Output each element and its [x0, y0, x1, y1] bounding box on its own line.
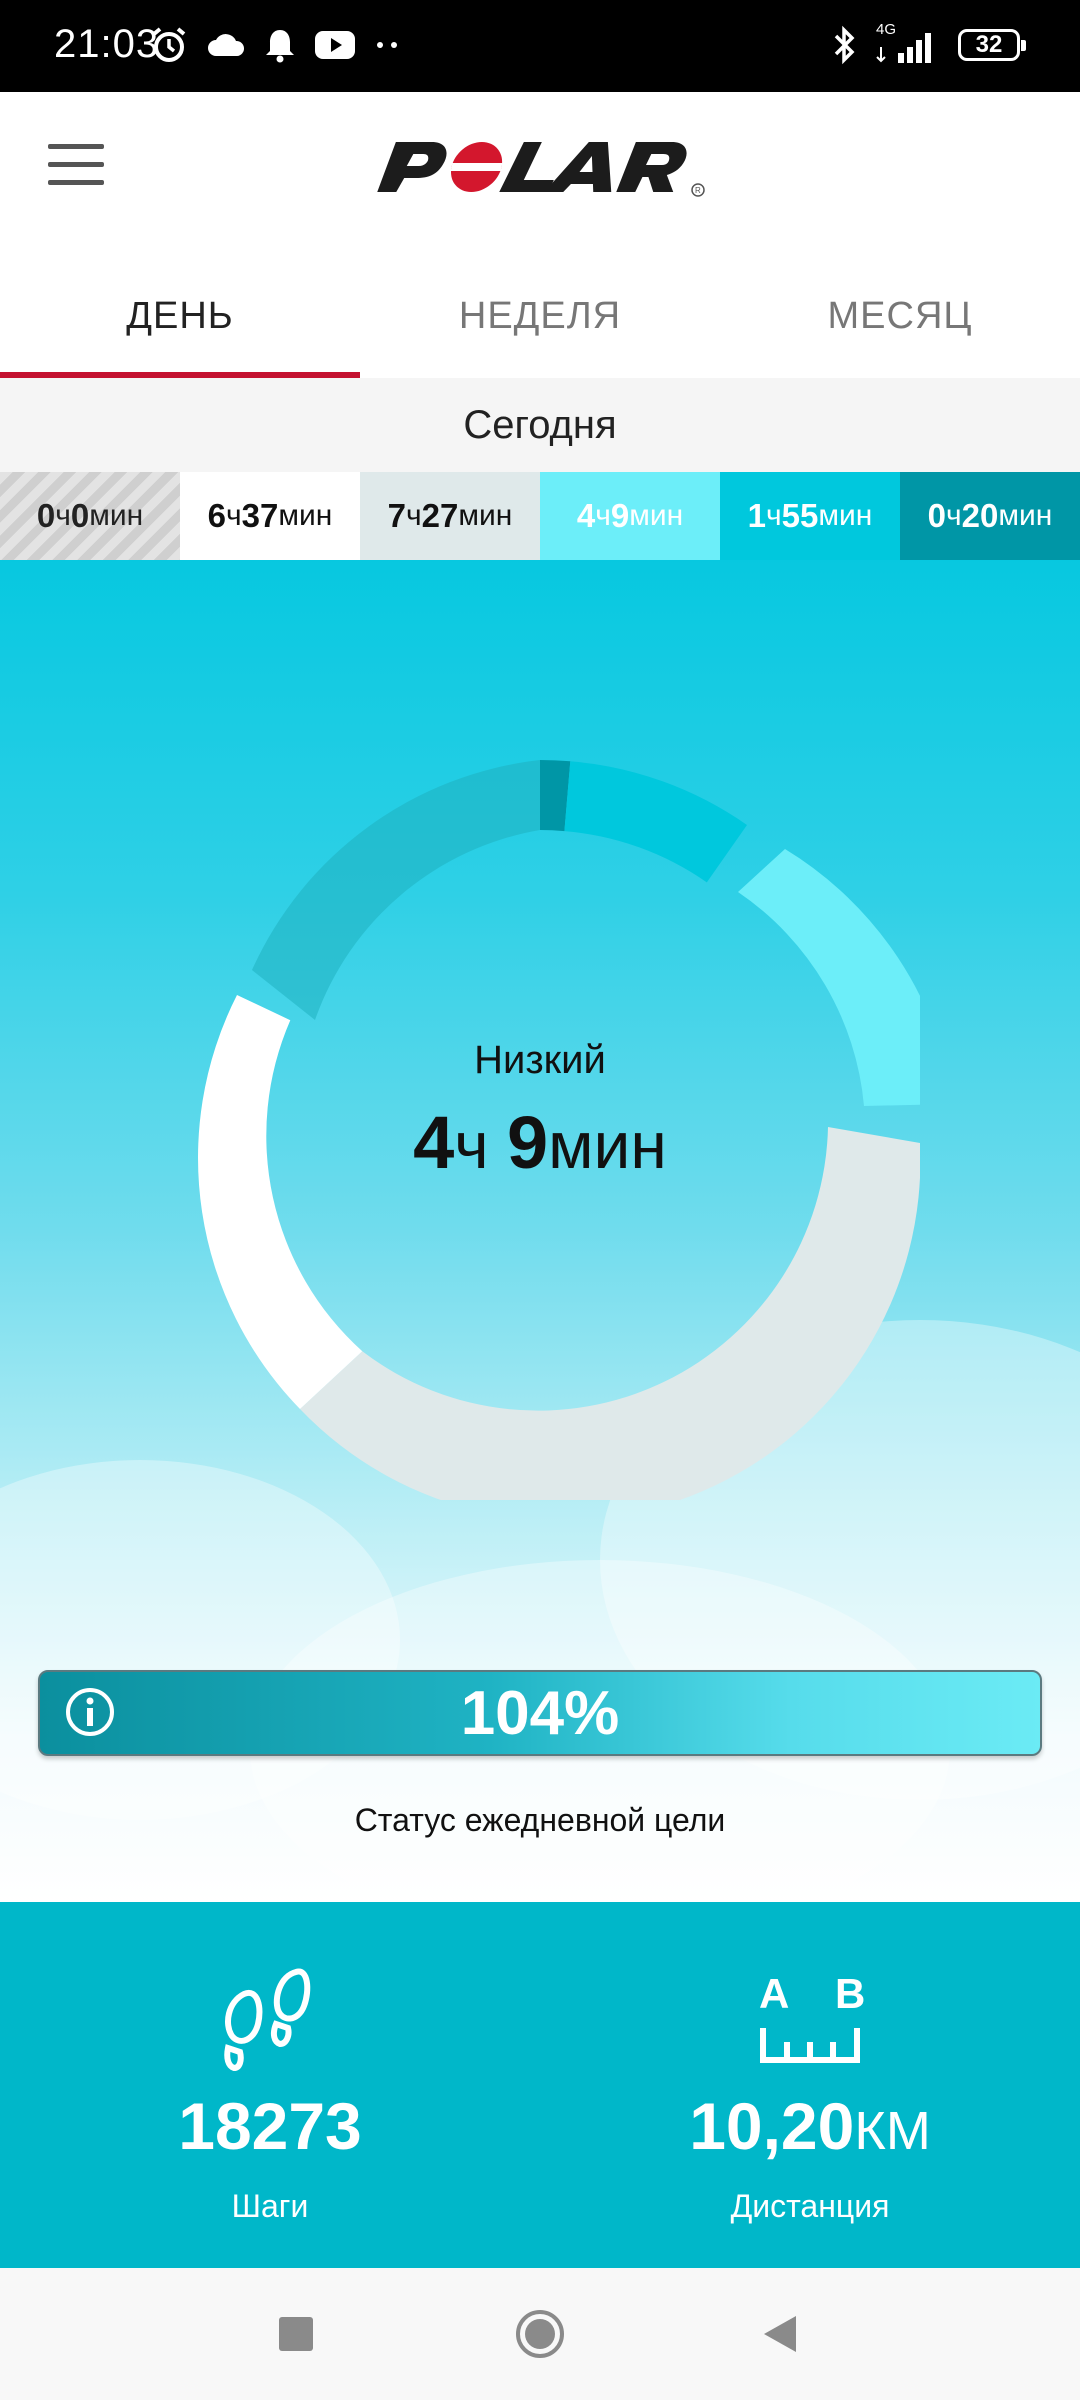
zone-low[interactable]: 4 ч 9 мин	[540, 472, 720, 560]
zone-hours: 6	[207, 497, 227, 534]
selected-zone-name: Низкий	[474, 1038, 606, 1082]
cloud-icon	[208, 34, 245, 56]
zone-minutes-unit: мин	[278, 499, 333, 532]
zone-hours-unit: ч	[226, 499, 242, 532]
distance-label: Дистанция	[730, 2188, 890, 2224]
status-right-icons: 4G 32	[832, 21, 1026, 68]
zone-minutes: 0	[70, 497, 90, 534]
status-time: 21:03	[54, 22, 160, 66]
zone-rest[interactable]: 0 ч 0 мин	[0, 472, 180, 560]
selected-zone-minutes: 9	[507, 1101, 549, 1184]
zone-hours: 0	[927, 497, 947, 534]
zone-minutes: 9	[610, 497, 630, 534]
zone-minutes-unit: мин	[629, 499, 684, 532]
zone-sitting[interactable]: 6 ч 37 мин	[180, 472, 360, 560]
signal-icon: 4G	[876, 21, 940, 65]
daily-goal-label: Статус ежедневной цели	[354, 1802, 726, 1838]
period-tabs: ДЕНЬ НЕДЕЛЯ МЕСЯЦ	[0, 254, 1080, 378]
bluetooth-icon	[834, 25, 855, 65]
selected-zone-hours: 4	[413, 1101, 455, 1184]
distance-number: 10,20	[689, 2089, 855, 2163]
alarm-icon	[152, 27, 186, 62]
recents-button-icon[interactable]	[270, 2308, 322, 2360]
home-button-icon[interactable]	[514, 2308, 566, 2360]
zone-minutes-unit: мин	[818, 499, 873, 532]
zone-minutes: 27	[421, 497, 459, 534]
steps-value: 18273	[178, 2089, 362, 2163]
activity-zones-strip: 0 ч 0 мин 6 ч 37 мин 7 ч 27 мин 4 ч 9 мин 1 ч 55 мин 0ч…	[0, 472, 1080, 560]
donut-segment-rest[interactable]	[252, 760, 540, 1020]
bell-icon	[266, 30, 294, 63]
distance-stat[interactable]: A B 10,20КМ Дистанция	[540, 1902, 1080, 2268]
selected-zone-duration: 4ч 9мин	[0, 1100, 1080, 1185]
zone-light[interactable]: 7 ч 27 мин	[360, 472, 540, 560]
distance-value: 10,20КМ	[540, 2088, 1080, 2164]
zone-hours: 1	[747, 497, 767, 534]
youtube-icon	[315, 31, 355, 59]
donut-segment-medium[interactable]	[564, 761, 747, 883]
polar-logo: R	[376, 132, 706, 202]
zone-minutes: 20	[961, 497, 999, 534]
zone-hours: 7	[387, 497, 407, 534]
tab-week[interactable]: НЕДЕЛЯ	[360, 254, 720, 378]
zone-minutes-unit: мин	[458, 499, 513, 532]
tab-month[interactable]: МЕСЯЦ	[720, 254, 1080, 378]
app-header: R	[0, 92, 1080, 254]
steps-stat[interactable]: 18273 Шаги	[0, 1902, 540, 2268]
battery-level: 32	[975, 31, 1003, 58]
system-nav-bar	[0, 2268, 1080, 2400]
tab-day[interactable]: ДЕНЬ	[0, 254, 360, 378]
zone-hours-unit: ч	[406, 499, 422, 532]
zone-high[interactable]: 0 ч 20 мин	[900, 472, 1080, 560]
zone-minutes-unit: мин	[998, 499, 1053, 532]
zone-hours: 4	[576, 497, 596, 534]
zone-hours: 0	[36, 497, 56, 534]
status-bar: 21:03 4G 32	[0, 0, 1080, 92]
daily-goal-percent: 104%	[460, 1678, 620, 1748]
svg-text:R: R	[695, 186, 701, 195]
battery-icon: 32	[958, 29, 1026, 61]
zone-minutes: 37	[241, 497, 279, 534]
activity-main-panel: Низкий 4ч 9мин 104% Статус ежедневной це…	[0, 560, 1080, 1902]
selected-zone-minutes-unit: мин	[548, 1108, 667, 1182]
zone-hours-unit: ч	[766, 499, 782, 532]
zone-hours-unit: ч	[55, 499, 71, 532]
zone-minutes-unit: мин	[89, 499, 144, 532]
daily-stats-panel: 18273 Шаги A B 10,20КМ Дистанция	[0, 1902, 1080, 2268]
distance-icon: A B	[755, 1970, 865, 2070]
steps-label: Шаги	[231, 2188, 309, 2224]
zone-hours-unit: ч	[946, 499, 962, 532]
zone-hours-unit: ч	[595, 499, 611, 532]
more-notifications-icon	[377, 42, 397, 48]
zone-minutes: 55	[781, 497, 819, 534]
date-label: Сегодня	[0, 378, 1080, 472]
distance-unit: КМ	[854, 2101, 931, 2161]
zone-medium[interactable]: 1 ч 55 мин	[720, 472, 900, 560]
selected-zone-hours-unit: ч	[454, 1108, 489, 1182]
hamburger-menu-icon[interactable]	[48, 144, 104, 186]
back-button-icon[interactable]	[756, 2308, 808, 2360]
status-left-icons	[150, 22, 402, 68]
daily-goal-progress-bar: 104%	[38, 1670, 1042, 1756]
footprints-icon	[224, 1968, 311, 2072]
